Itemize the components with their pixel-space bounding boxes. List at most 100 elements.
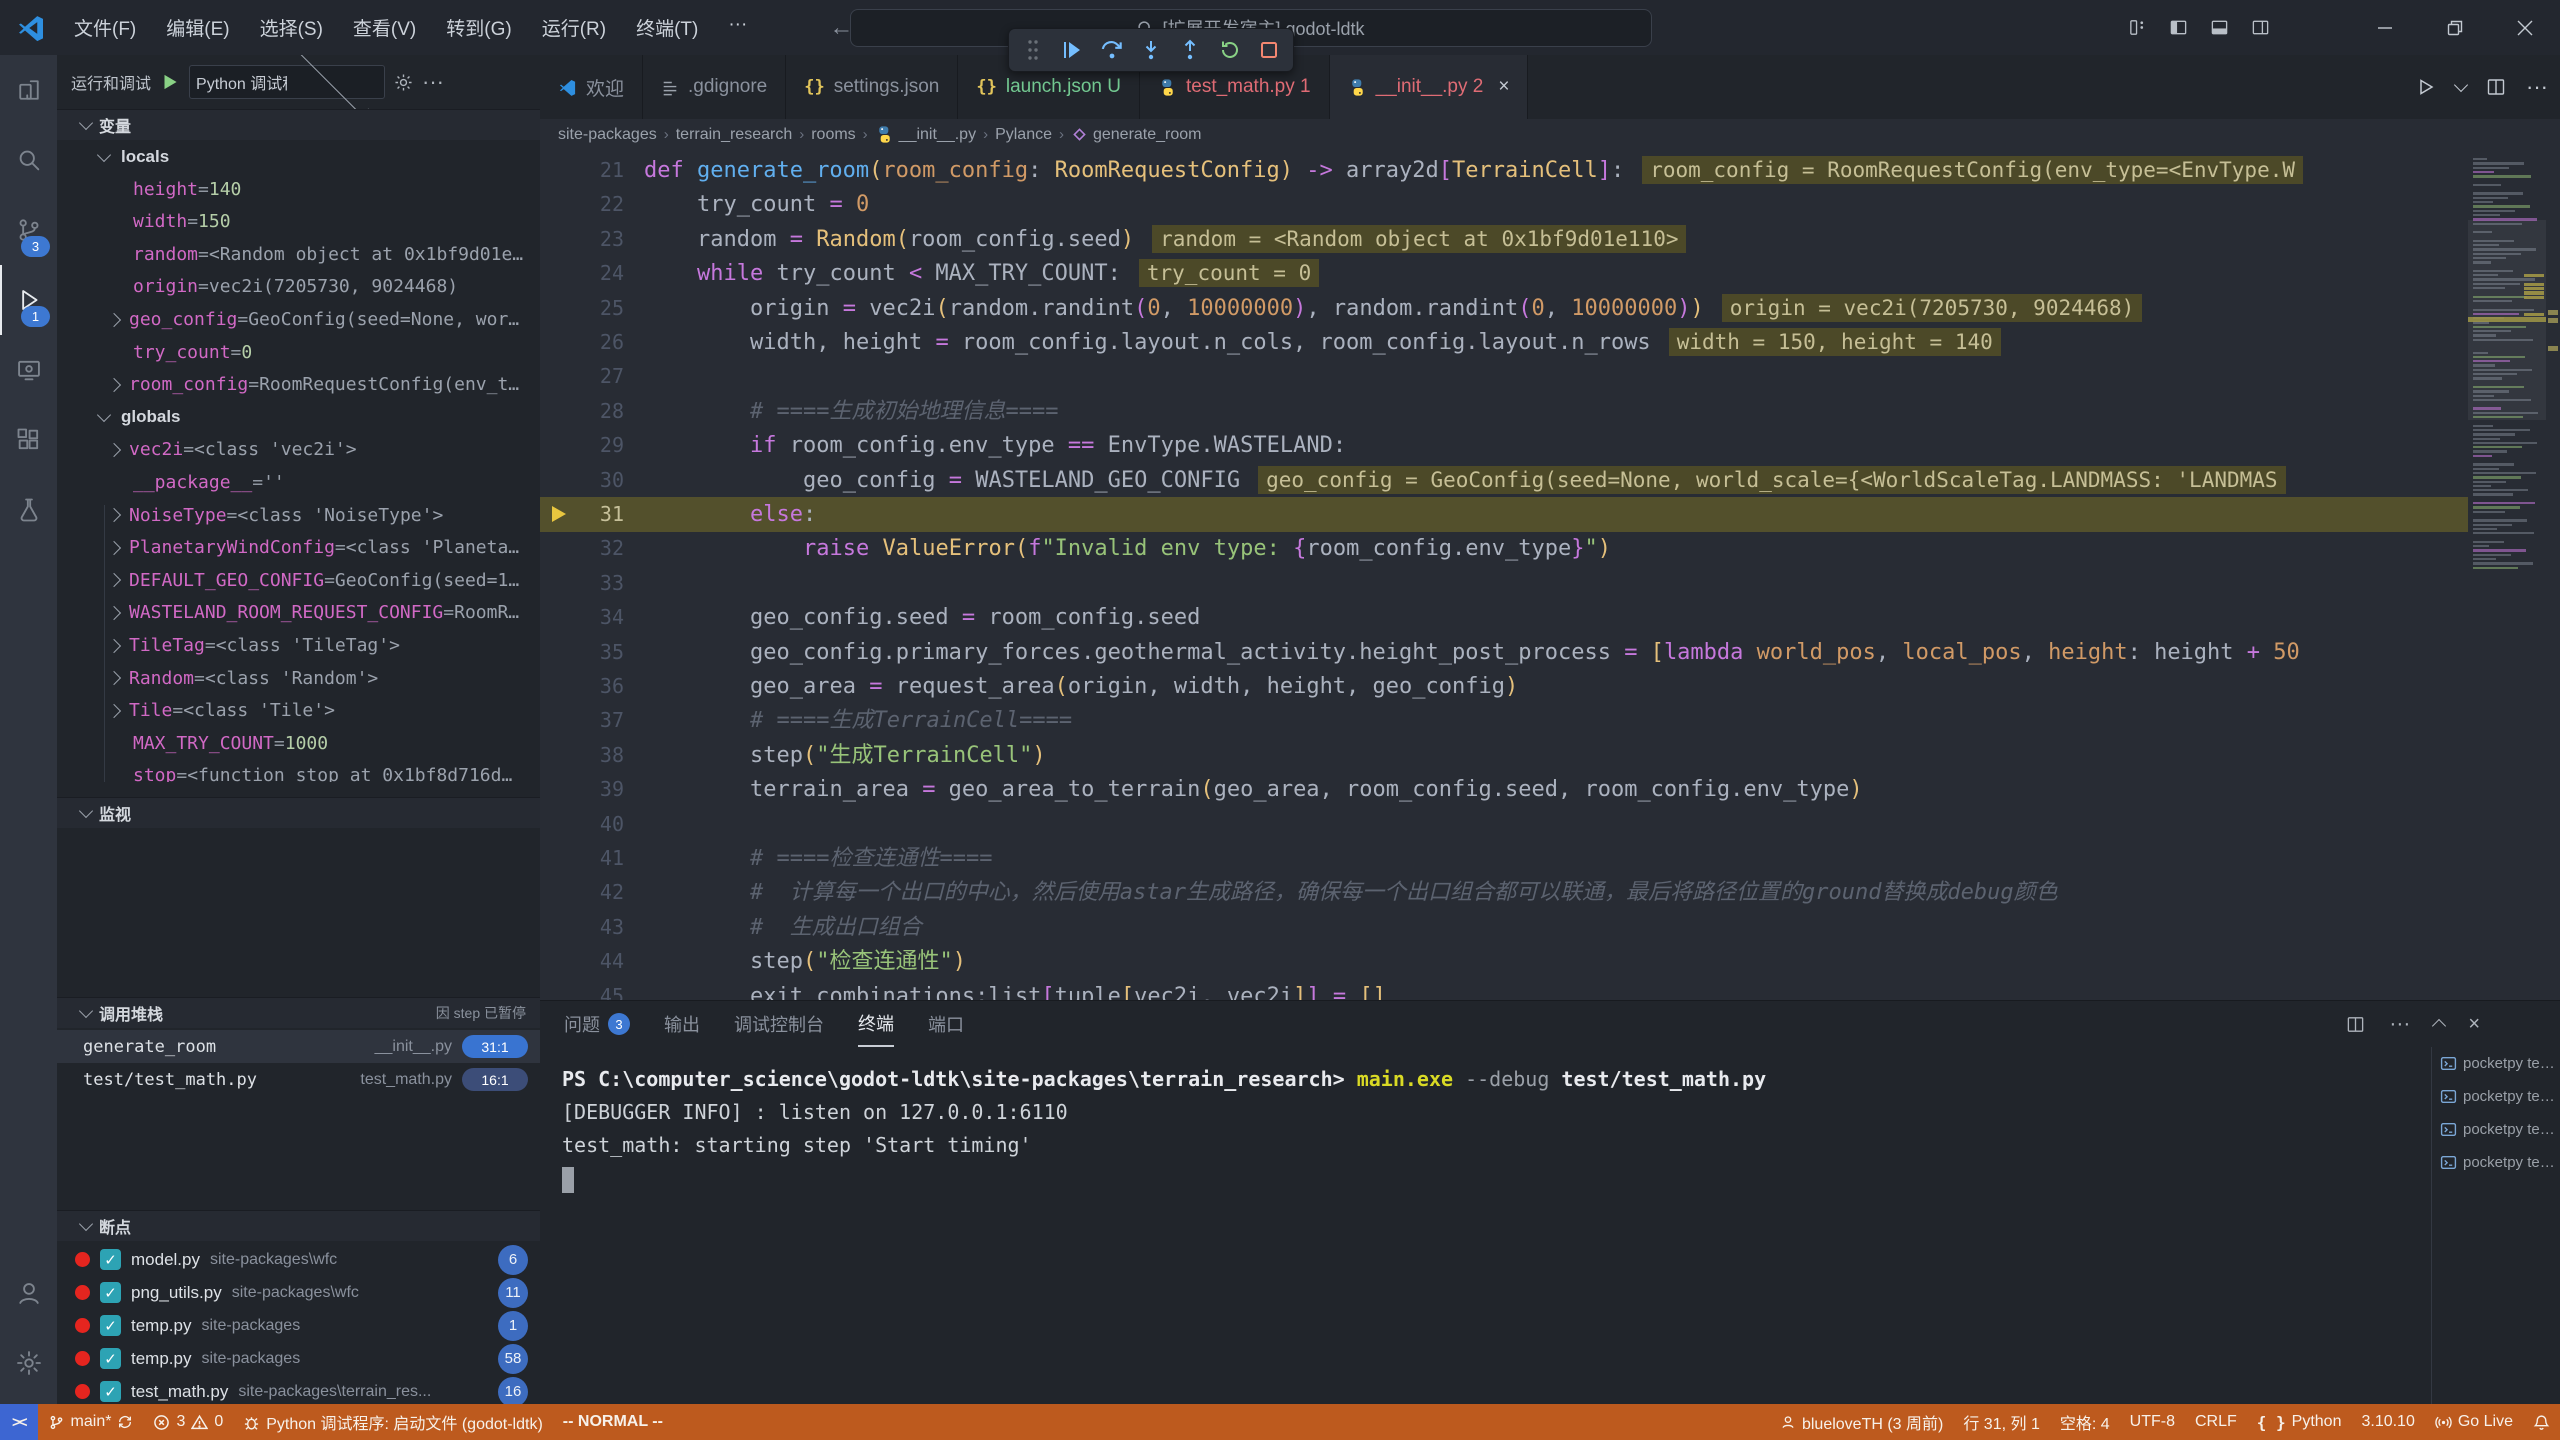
more-actions-icon[interactable]: ··· (422, 69, 444, 95)
terminal-instance[interactable]: pocketpy te… (2432, 1113, 2560, 1146)
status-language-mode[interactable]: { }Python (2247, 1404, 2352, 1440)
variable-NoiseType[interactable]: NoiseType = <class 'NoiseType'> (57, 499, 540, 532)
panel-tab-问题[interactable]: 问题3 (564, 1001, 630, 1047)
split-terminal-icon[interactable] (2346, 1015, 2365, 1034)
menu-g[interactable]: 转到(G) (434, 9, 523, 46)
run-dropdown-icon[interactable] (2454, 78, 2468, 92)
variable-geo_config[interactable]: geo_config = GeoConfig(seed=None, wor… (57, 303, 540, 336)
status-vim-mode[interactable]: -- NORMAL -- (553, 1404, 673, 1440)
crumb-rooms[interactable]: rooms (811, 126, 855, 144)
restart-icon[interactable] (1214, 34, 1246, 66)
variable-__package__[interactable]: __package__ = '' (57, 466, 540, 499)
launch-config-select[interactable]: Python 调试程序: 启 (189, 65, 385, 99)
stack-frame-generate_room[interactable]: generate_room__init__.py31:1 (57, 1030, 540, 1063)
toggle-panel-icon[interactable] (2210, 18, 2229, 37)
split-editor-icon[interactable] (2486, 77, 2506, 97)
variables-group-locals[interactable]: locals (57, 140, 540, 173)
run-python-file-icon[interactable] (2416, 77, 2436, 97)
breakpoint-checkbox[interactable]: ✓ (100, 1348, 121, 1369)
variable-height[interactable]: height = 140 (57, 173, 540, 206)
activity-testing[interactable] (0, 475, 57, 545)
editor-more-actions-icon[interactable]: ··· (2526, 74, 2548, 100)
breadcrumb[interactable]: site-packages›terrain_research›rooms›__i… (540, 119, 2560, 150)
breakpoint-checkbox[interactable]: ✓ (100, 1315, 121, 1336)
status-python-version[interactable]: 3.10.10 (2351, 1404, 2424, 1440)
activity-explorer[interactable] (0, 55, 57, 125)
variables-group-globals[interactable]: globals (57, 401, 540, 434)
variable-vec2i[interactable]: vec2i = <class 'vec2i'> (57, 433, 540, 466)
panel-tab-输出[interactable]: 输出 (664, 1001, 700, 1047)
status-go-live[interactable]: Go Live (2425, 1404, 2523, 1440)
variable-random[interactable]: random = <Random object at 0x1bf9d01e… (57, 238, 540, 271)
breakpoint-temp.py-1[interactable]: ✓temp.pysite-packages1 (57, 1309, 540, 1342)
variable-origin[interactable]: origin = vec2i(7205730, 9024468) (57, 270, 540, 303)
status-problems[interactable]: 30 (143, 1404, 233, 1440)
variable-PlanetaryWindConfig[interactable]: PlanetaryWindConfig = <class 'Planeta… (57, 531, 540, 564)
menu-e[interactable]: 编辑(E) (154, 9, 241, 46)
close-window-icon[interactable] (2490, 0, 2560, 55)
variable-Tile[interactable]: Tile = <class 'Tile'> (57, 694, 540, 727)
step-over-icon[interactable] (1096, 34, 1128, 66)
menu-t[interactable]: 终端(T) (624, 9, 710, 46)
variable-try_count[interactable]: try_count = 0 (57, 336, 540, 369)
activity-settings[interactable] (0, 1328, 57, 1398)
breakpoint-png_utils.py-11[interactable]: ✓png_utils.pysite-packages\wfc11 (57, 1276, 540, 1309)
panel-tab-调试控制台[interactable]: 调试控制台 (734, 1001, 824, 1047)
breakpoint-test_math.py-16[interactable]: ✓test_math.pysite-packages\terrain_res..… (57, 1375, 540, 1404)
variable-WASTELAND_ROOM_REQUEST_CONFIG[interactable]: WASTELAND_ROOM_REQUEST_CONFIG = RoomR… (57, 596, 540, 629)
variable-DEFAULT_GEO_CONFIG[interactable]: DEFAULT_GEO_CONFIG = GeoConfig(seed=1… (57, 564, 540, 597)
stop-icon[interactable] (1253, 34, 1285, 66)
panel-more-actions-icon[interactable]: ··· (2389, 1012, 2410, 1036)
section-watch[interactable]: 监视 (57, 797, 540, 828)
activity-source-control[interactable]: 3 (0, 195, 57, 265)
close-panel-icon[interactable]: × (2468, 1013, 2480, 1036)
toggle-primary-sidebar-icon[interactable] (2169, 18, 2188, 37)
crumb-terrain_research[interactable]: terrain_research (676, 126, 793, 144)
section-variables[interactable]: 变量 (57, 109, 540, 140)
section-breakpoints[interactable]: 断点 (57, 1210, 540, 1241)
crumb-Pylance[interactable]: Pylance (995, 126, 1052, 144)
breakpoint-checkbox[interactable]: ✓ (100, 1249, 121, 1270)
continue-icon[interactable] (1056, 34, 1088, 66)
crumb-__init__py[interactable]: __init__.py (875, 125, 976, 144)
activity-remote-explorer[interactable] (0, 335, 57, 405)
tab-[interactable]: 欢迎 (540, 55, 643, 119)
panel-tab-端口[interactable]: 端口 (928, 1001, 964, 1047)
step-into-icon[interactable] (1135, 34, 1167, 66)
status-git-blame[interactable]: blueloveTH (3 周前) (1770, 1404, 1953, 1440)
menu-s[interactable]: 选择(S) (248, 9, 335, 46)
minimap[interactable] (2468, 150, 2546, 1000)
remote-indicator[interactable]: >< (0, 1404, 38, 1440)
start-debug-icon[interactable] (159, 71, 181, 93)
stack-frame-test-test_math-py[interactable]: test/test_math.pytest_math.py16:1 (57, 1063, 540, 1096)
crumb-sitepackages[interactable]: site-packages (558, 126, 657, 144)
tab-settings.json[interactable]: {}settings.json (786, 55, 958, 119)
code-editor[interactable]: 2021def generate_room(room_config: RoomR… (540, 150, 2560, 1000)
variable-room_config[interactable]: room_config = RoomRequestConfig(env_t… (57, 368, 540, 401)
minimize-icon[interactable] (2350, 0, 2420, 55)
activity-extensions[interactable] (0, 405, 57, 475)
status-encoding[interactable]: UTF-8 (2120, 1404, 2185, 1440)
crumb-generate_room[interactable]: generate_room (1071, 126, 1202, 144)
status-cursor-position[interactable]: 行 31, 列 1 (1953, 1404, 2049, 1440)
activity-search[interactable] (0, 125, 57, 195)
restore-icon[interactable] (2420, 0, 2490, 55)
terminal-instance[interactable]: pocketpy te… (2432, 1047, 2560, 1080)
maximize-panel-icon[interactable] (2432, 1019, 2446, 1033)
panel-tab-终端[interactable]: 终端 (858, 1001, 894, 1047)
status-debug-configuration[interactable]: Python 调试程序: 启动文件 (godot-ldtk) (233, 1404, 553, 1440)
variable-TileTag[interactable]: TileTag = <class 'TileTag'> (57, 629, 540, 662)
status-notifications-bell[interactable] (2523, 1404, 2560, 1440)
terminal-instance[interactable]: pocketpy te… (2432, 1080, 2560, 1113)
status-git-branch[interactable]: main* (38, 1404, 144, 1440)
menu-v[interactable]: 查看(V) (341, 9, 428, 46)
variable-MAX_TRY_COUNT[interactable]: MAX_TRY_COUNT = 1000 (57, 727, 540, 760)
terminal-output[interactable]: PS C:\computer_science\godot-ldtk\site-p… (562, 1063, 2412, 1195)
close-tab-icon[interactable]: × (1498, 76, 1509, 98)
gear-icon[interactable] (393, 72, 414, 93)
variable-width[interactable]: width = 150 (57, 205, 540, 238)
tab-.gdignore[interactable]: .gdignore (643, 55, 786, 119)
variable-stop[interactable]: stop = <function stop at 0x1bf8d716d… (57, 759, 540, 782)
breakpoint-checkbox[interactable]: ✓ (100, 1381, 121, 1402)
status-eol[interactable]: CRLF (2185, 1404, 2247, 1440)
